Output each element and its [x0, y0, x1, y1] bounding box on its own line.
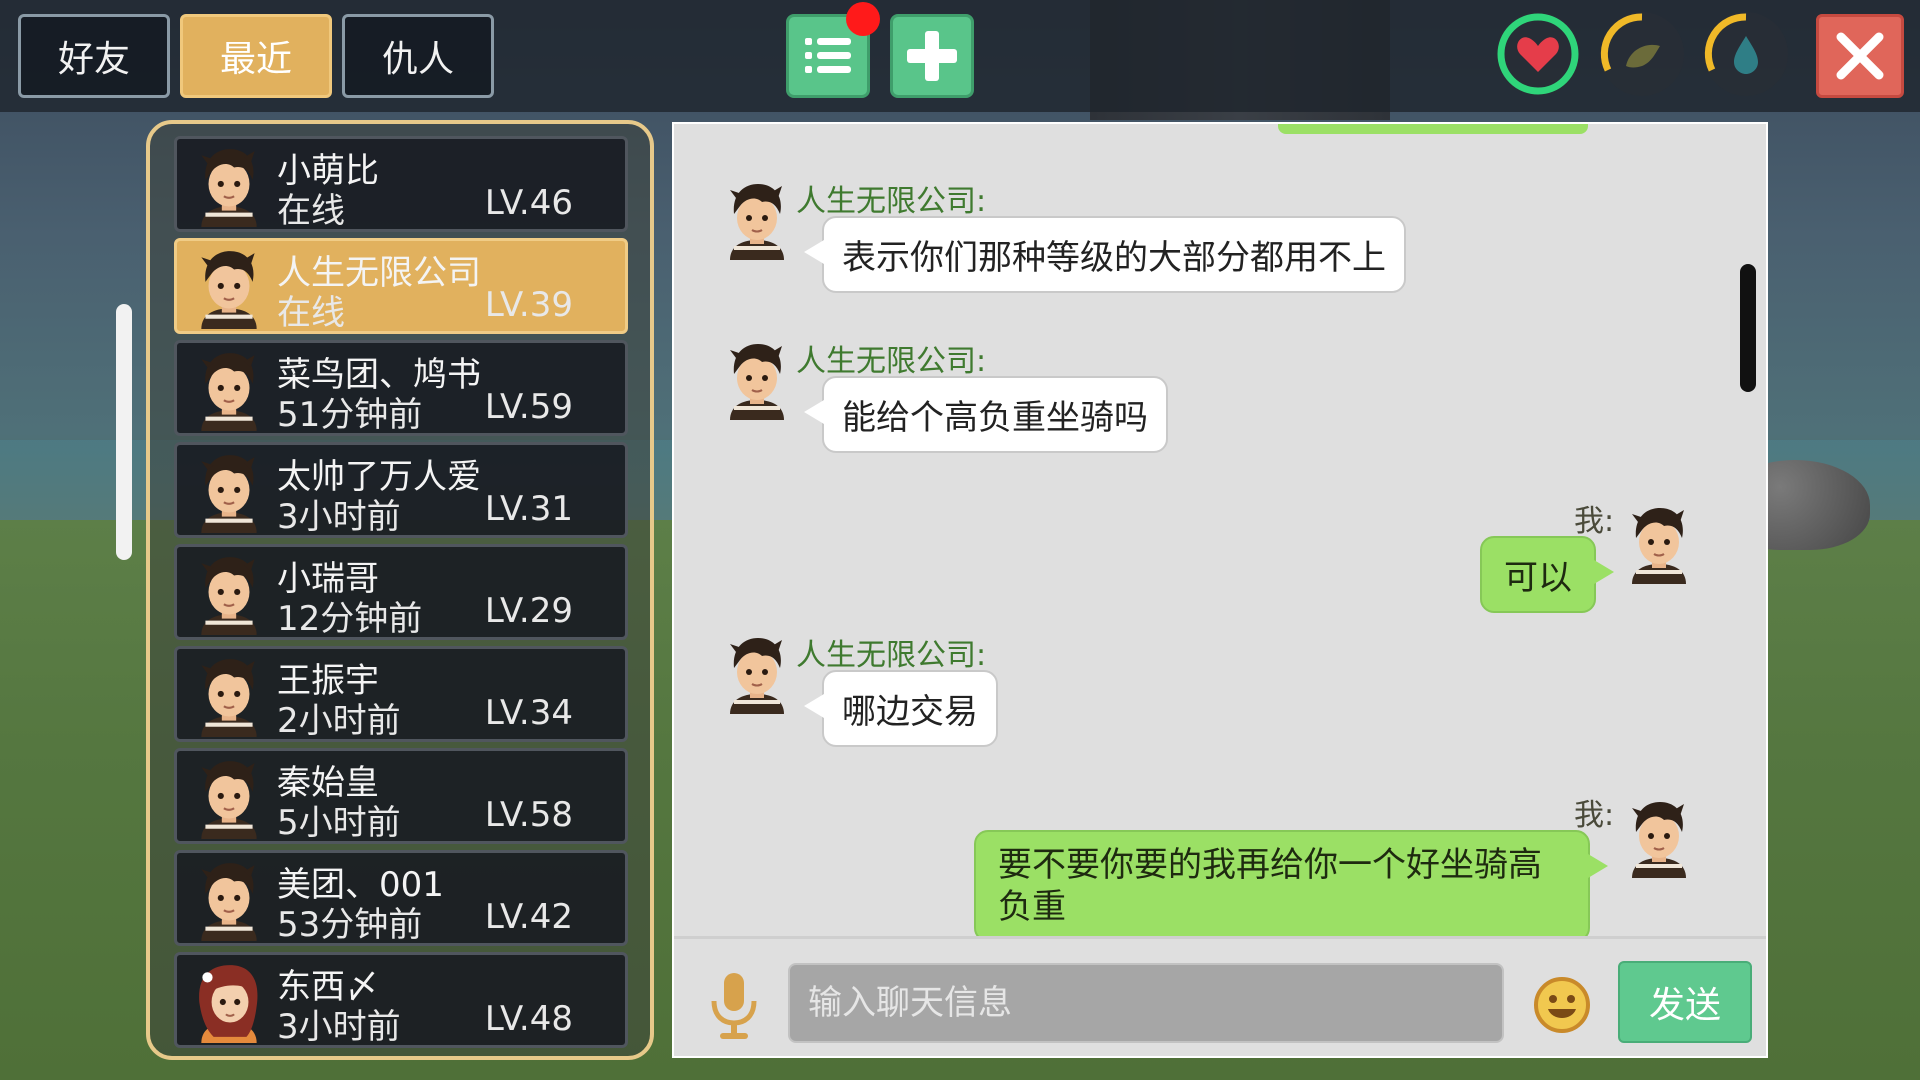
- friend-row[interactable]: 小瑞哥 12分钟前 LV.29: [174, 544, 628, 640]
- tab-recent[interactable]: 最近: [180, 14, 332, 98]
- chat-input[interactable]: [788, 963, 1504, 1043]
- send-button[interactable]: 发送: [1618, 961, 1752, 1043]
- friend-row[interactable]: 太帅了万人爱 3小时前 LV.31: [174, 442, 628, 538]
- friend-status: 12分钟前: [277, 599, 423, 639]
- avatar: [189, 655, 269, 737]
- avatar: [189, 451, 269, 533]
- friend-level: LV.39: [484, 285, 573, 325]
- chat-scrollbar[interactable]: [1740, 264, 1756, 392]
- friend-level: LV.42: [484, 897, 573, 937]
- message-bubble-me: 可以: [1480, 536, 1614, 613]
- avatar: [189, 247, 269, 329]
- message-bubble: 哪边交易: [804, 670, 998, 747]
- microphone-icon: [711, 973, 757, 1039]
- avatar: [189, 349, 269, 431]
- friend-status: 在线: [277, 191, 345, 231]
- friend-row[interactable]: 人生无限公司 在线 LV.39: [174, 238, 628, 334]
- friend-status: 5小时前: [277, 803, 401, 843]
- avatar: [722, 634, 792, 714]
- close-button[interactable]: [1816, 14, 1904, 98]
- friend-level: LV.34: [484, 693, 573, 733]
- friend-status: 53分钟前: [277, 905, 423, 945]
- friend-row[interactable]: 秦始皇 5小时前 LV.58: [174, 748, 628, 844]
- friend-row[interactable]: 菜鸟团、鸠书 51分钟前 LV.59: [174, 340, 628, 436]
- emoji-button[interactable]: [1532, 975, 1592, 1035]
- friends-list-scrollbar[interactable]: [116, 304, 132, 560]
- heart-icon: [1497, 13, 1579, 95]
- message-sender: 人生无限公司:: [796, 184, 987, 219]
- friend-status: 3小时前: [277, 497, 401, 537]
- friend-row[interactable]: 小萌比 在线 LV.46: [174, 136, 628, 232]
- thirst-stat[interactable]: [1704, 12, 1788, 96]
- list-icon: [805, 38, 851, 73]
- friend-status: 51分钟前: [277, 395, 423, 435]
- avatar: [189, 859, 269, 941]
- close-icon: [1836, 32, 1884, 80]
- previous-message-edge: [1278, 124, 1588, 134]
- friend-level: LV.48: [484, 999, 573, 1039]
- message-sender: 人生无限公司:: [796, 344, 987, 379]
- friend-status: 3小时前: [277, 1007, 401, 1047]
- friend-row[interactable]: 王振宇 2小时前 LV.34: [174, 646, 628, 742]
- water-drop-icon: [1704, 13, 1758, 74]
- friend-level: LV.59: [484, 387, 573, 427]
- message-bubble: 能给个高负重坐骑吗: [804, 376, 1168, 453]
- avatar: [189, 961, 269, 1043]
- avatar: [189, 553, 269, 635]
- message-sender-me: 我:: [1574, 504, 1615, 539]
- chat-input-bar: 发送: [674, 936, 1766, 1056]
- top-bar: 好友 最近 仇人: [0, 0, 1920, 112]
- friend-status: 2小时前: [277, 701, 401, 741]
- plus-icon: [907, 31, 957, 81]
- avatar: [722, 340, 792, 420]
- notification-dot: [846, 2, 880, 36]
- chat-panel: 人生无限公司: 表示你们那种等级的大部分都用不上 人生无限公司: 能给个高负重坐…: [672, 122, 1768, 1058]
- avatar: [1624, 798, 1694, 878]
- message-bubble: 表示你们那种等级的大部分都用不上: [804, 216, 1406, 293]
- smiley-icon: [1534, 977, 1590, 1033]
- food-icon: [1600, 13, 1660, 72]
- add-friend-button[interactable]: [890, 14, 974, 98]
- avatar: [1624, 504, 1694, 584]
- tab-enemies[interactable]: 仇人: [342, 14, 494, 98]
- friend-row[interactable]: 东西〆 3小时前 LV.48: [174, 952, 628, 1048]
- friend-level: LV.46: [484, 183, 573, 223]
- avatar: [189, 145, 269, 227]
- friend-level: LV.31: [484, 489, 573, 529]
- health-stat[interactable]: [1496, 12, 1580, 96]
- avatar: [722, 180, 792, 260]
- hunger-stat[interactable]: [1600, 12, 1684, 96]
- message-sender-me: 我:: [1574, 798, 1615, 833]
- tab-friends[interactable]: 好友: [18, 14, 170, 98]
- message-sender: 人生无限公司:: [796, 638, 987, 673]
- friend-level: LV.29: [484, 591, 573, 631]
- friend-status: 在线: [277, 293, 345, 333]
- avatar: [189, 757, 269, 839]
- message-bubble-me: 要不要你要的我再给你一个好坐骑高负重: [974, 830, 1608, 942]
- friend-row[interactable]: 美团、001 53分钟前 LV.42: [174, 850, 628, 946]
- friend-level: LV.58: [484, 795, 573, 835]
- voice-button[interactable]: [706, 971, 762, 1041]
